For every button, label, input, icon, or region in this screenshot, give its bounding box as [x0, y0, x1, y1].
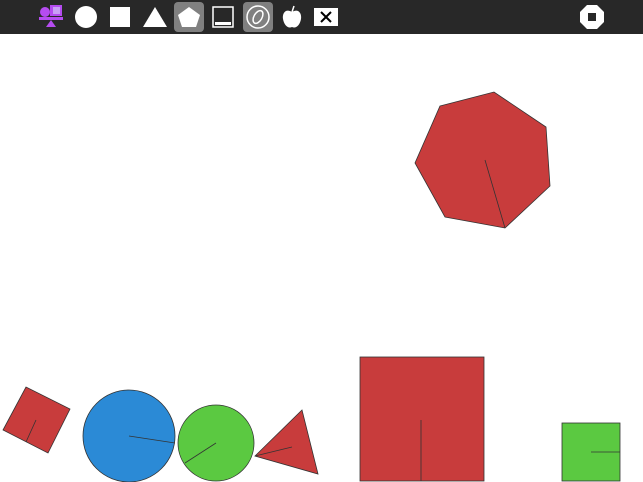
circle-icon [75, 6, 97, 28]
triangle-icon [143, 7, 167, 27]
draw-icon [212, 6, 234, 28]
triangle-tool[interactable] [140, 2, 170, 32]
square-icon [110, 7, 130, 27]
activity-button[interactable] [36, 2, 66, 32]
grab-tool[interactable] [243, 2, 273, 32]
small-red-box-body[interactable] [2, 386, 71, 454]
pentagon-icon [178, 7, 200, 27]
activity-icon [39, 5, 63, 27]
triangle-body[interactable] [254, 409, 319, 475]
destroy-tool[interactable] [311, 2, 341, 32]
stop-icon [580, 5, 604, 29]
toolbar [0, 0, 643, 34]
apple-icon [282, 5, 302, 28]
close-icon [314, 8, 338, 26]
polygon-tool[interactable] [174, 2, 204, 32]
pin-tool[interactable] [277, 2, 307, 32]
large-red-box-body[interactable] [359, 356, 485, 482]
circle-tool[interactable] [71, 2, 101, 32]
box-tool[interactable] [105, 2, 135, 32]
grab-icon [246, 5, 270, 29]
heptagon-body[interactable] [414, 91, 551, 229]
draw-tool[interactable] [208, 2, 238, 32]
physics-canvas[interactable] [0, 34, 643, 482]
stop-button[interactable] [577, 2, 607, 32]
